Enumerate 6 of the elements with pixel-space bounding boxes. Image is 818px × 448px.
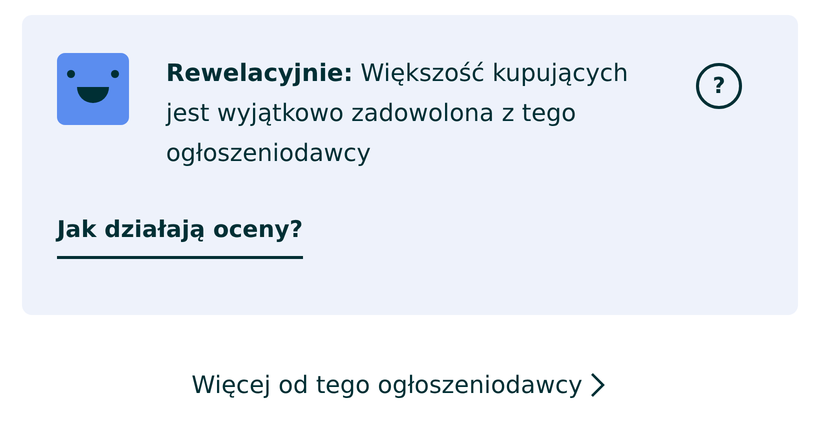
help-icon[interactable]: ? [696, 63, 742, 109]
smiley-icon [57, 53, 129, 125]
more-from-seller-link[interactable]: Więcej od tego ogłoszeniodawcy [192, 367, 606, 403]
ratings-info-link[interactable]: Jak działają oceny? [57, 213, 303, 258]
rating-message: Rewelacyjnie: Większość kupujących jest wyjątkowo zadowolona z tego ogłoszeniodawcy [166, 58, 630, 169]
chevron-right-icon [590, 372, 606, 398]
